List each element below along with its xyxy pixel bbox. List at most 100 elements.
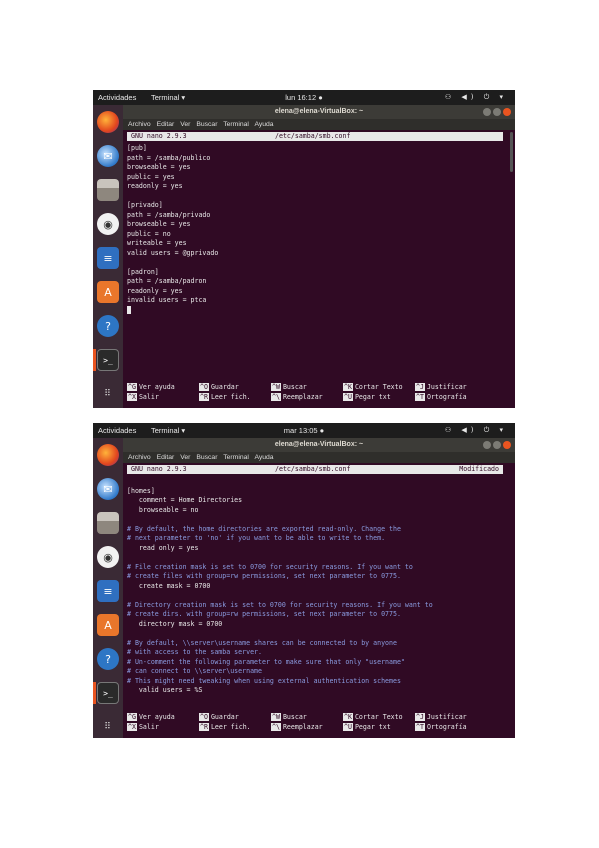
shortcut-item[interactable]: ^\ Reemplazar	[271, 392, 345, 402]
cursor-line[interactable]	[127, 305, 511, 316]
editor-line[interactable]: readonly = yes	[127, 287, 511, 297]
shortcut-item[interactable]: ^K Cortar Texto	[343, 712, 417, 722]
editor-line[interactable]: # By default, \\server\username shares c…	[127, 639, 511, 649]
maximize-button[interactable]	[493, 441, 501, 449]
rhythmbox-icon[interactable]: ◉	[97, 213, 119, 235]
shortcut-item[interactable]: ^W Buscar	[271, 712, 345, 722]
software-icon[interactable]: A	[97, 614, 119, 636]
firefox-icon[interactable]	[97, 444, 119, 466]
editor-line[interactable]	[127, 591, 511, 601]
menu-buscar[interactable]: Buscar	[196, 454, 217, 461]
editor-line[interactable]: [homes]	[127, 487, 511, 497]
shortcut-item[interactable]: ^G Ver ayuda	[127, 382, 201, 392]
editor-line[interactable]: path = /samba/padron	[127, 277, 511, 287]
editor-line[interactable]	[127, 515, 511, 525]
editor-line[interactable]	[127, 553, 511, 563]
shortcut-item[interactable]: ^O Guardar	[199, 382, 273, 392]
editor-line[interactable]: [privado]	[127, 201, 511, 211]
menu-buscar[interactable]: Buscar	[196, 121, 217, 128]
menu-ayuda[interactable]: Ayuda	[254, 121, 273, 128]
minimize-button[interactable]	[483, 108, 491, 116]
menu-ver[interactable]: Ver	[180, 121, 190, 128]
menu-editar[interactable]: Editar	[157, 121, 175, 128]
editor-line[interactable]: browseable = yes	[127, 163, 511, 173]
menu-terminal[interactable]: Terminal	[223, 454, 249, 461]
terminal-content[interactable]: GNU nano 2.9.3 /etc/samba/smb.conf Modif…	[123, 463, 515, 738]
editor-line[interactable]: readonly = yes	[127, 182, 511, 192]
help-icon[interactable]: ?	[97, 648, 119, 670]
editor-line[interactable]: # with access to the samba server.	[127, 648, 511, 658]
menu-terminal[interactable]: Terminal	[223, 121, 249, 128]
rhythmbox-icon[interactable]: ◉	[97, 546, 119, 568]
shortcut-item[interactable]: ^T Ortografía	[415, 392, 489, 402]
editor-line[interactable]	[127, 629, 511, 639]
shortcut-item[interactable]: ^K Cortar Texto	[343, 382, 417, 392]
editor-line[interactable]	[127, 258, 511, 268]
editor-line[interactable]: public = no	[127, 230, 511, 240]
shortcut-item[interactable]: ^G Ver ayuda	[127, 712, 201, 722]
editor-line[interactable]: browseable = no	[127, 506, 511, 516]
menu-ayuda[interactable]: Ayuda	[254, 454, 273, 461]
editor-line[interactable]: browseable = yes	[127, 220, 511, 230]
shortcut-item[interactable]: ^X Salir	[127, 722, 201, 732]
terminal-icon[interactable]: >_	[97, 349, 119, 371]
app-grid-icon[interactable]: ⠿	[97, 716, 119, 738]
files-icon[interactable]	[97, 179, 119, 201]
close-button[interactable]	[503, 441, 511, 449]
editor-line[interactable]: comment = Home Directories	[127, 496, 511, 506]
editor-line[interactable]: # create dirs. with group=rw permissions…	[127, 610, 511, 620]
editor-lines[interactable]: [homes] comment = Home Directories brows…	[127, 477, 511, 696]
menu-archivo[interactable]: Archivo	[128, 454, 151, 461]
editor-line[interactable]: directory mask = 0700	[127, 620, 511, 630]
thunderbird-icon[interactable]: ✉	[97, 478, 119, 500]
menu-archivo[interactable]: Archivo	[128, 121, 151, 128]
editor-line[interactable]: # next parameter to 'no' if you want to …	[127, 534, 511, 544]
editor-line[interactable]: writeable = yes	[127, 239, 511, 249]
editor-line[interactable]: [pub]	[127, 144, 511, 154]
editor-line[interactable]: # Un-comment the following parameter to …	[127, 658, 511, 668]
close-button[interactable]	[503, 108, 511, 116]
files-icon[interactable]	[97, 512, 119, 534]
editor-line[interactable]: path = /samba/privado	[127, 211, 511, 221]
editor-line[interactable]: # This might need tweaking when using ex…	[127, 677, 511, 687]
system-tray[interactable]: ⚇ ◀) ⏻ ▾	[445, 90, 507, 105]
shortcut-item[interactable]: ^U Pegar txt	[343, 392, 417, 402]
thunderbird-icon[interactable]: ✉	[97, 145, 119, 167]
writer-icon[interactable]: ≡	[97, 247, 119, 269]
shortcut-item[interactable]: ^T Ortografía	[415, 722, 489, 732]
editor-line[interactable]: [padron]	[127, 268, 511, 278]
shortcut-item[interactable]: ^X Salir	[127, 392, 201, 402]
editor-line[interactable]: # Directory creation mask is set to 0700…	[127, 601, 511, 611]
software-icon[interactable]: A	[97, 281, 119, 303]
shortcut-item[interactable]: ^J Justificar	[415, 712, 489, 722]
editor-line[interactable]: read only = yes	[127, 544, 511, 554]
menu-editar[interactable]: Editar	[157, 454, 175, 461]
minimize-button[interactable]	[483, 441, 491, 449]
system-tray[interactable]: ⚇ ◀) ⏻ ▾	[445, 423, 507, 438]
shortcut-item[interactable]: ^O Guardar	[199, 712, 273, 722]
help-icon[interactable]: ?	[97, 315, 119, 337]
editor-line[interactable]	[127, 477, 511, 487]
writer-icon[interactable]: ≡	[97, 580, 119, 602]
firefox-icon[interactable]	[97, 111, 119, 133]
editor-line[interactable]: invalid users = ptca	[127, 296, 511, 306]
terminal-icon[interactable]: >_	[97, 682, 119, 704]
editor-line[interactable]: # File creation mask is set to 0700 for …	[127, 563, 511, 573]
shortcut-item[interactable]: ^J Justificar	[415, 382, 489, 392]
editor-line[interactable]: # create files with group=rw permissions…	[127, 572, 511, 582]
editor-lines[interactable]: [pub] path = /samba/publico browseable = y…	[127, 144, 511, 315]
editor-line[interactable]	[127, 192, 511, 202]
shortcut-item[interactable]: ^R Leer fich.	[199, 392, 273, 402]
shortcut-item[interactable]: ^W Buscar	[271, 382, 345, 392]
editor-line[interactable]: valid users = @gprivado	[127, 249, 511, 259]
shortcut-item[interactable]: ^R Leer fich.	[199, 722, 273, 732]
editor-line[interactable]: # By default, the home directories are e…	[127, 525, 511, 535]
app-grid-icon[interactable]: ⠿	[97, 383, 119, 405]
editor-line[interactable]: valid users = %S	[127, 686, 511, 696]
terminal-content[interactable]: GNU nano 2.9.3 /etc/samba/smb.conf [pub]…	[123, 130, 515, 408]
editor-line[interactable]: path = /samba/publico	[127, 154, 511, 164]
editor-line[interactable]: # can connect to \\server\username	[127, 667, 511, 677]
menu-ver[interactable]: Ver	[180, 454, 190, 461]
maximize-button[interactable]	[493, 108, 501, 116]
shortcut-item[interactable]: ^\ Reemplazar	[271, 722, 345, 732]
